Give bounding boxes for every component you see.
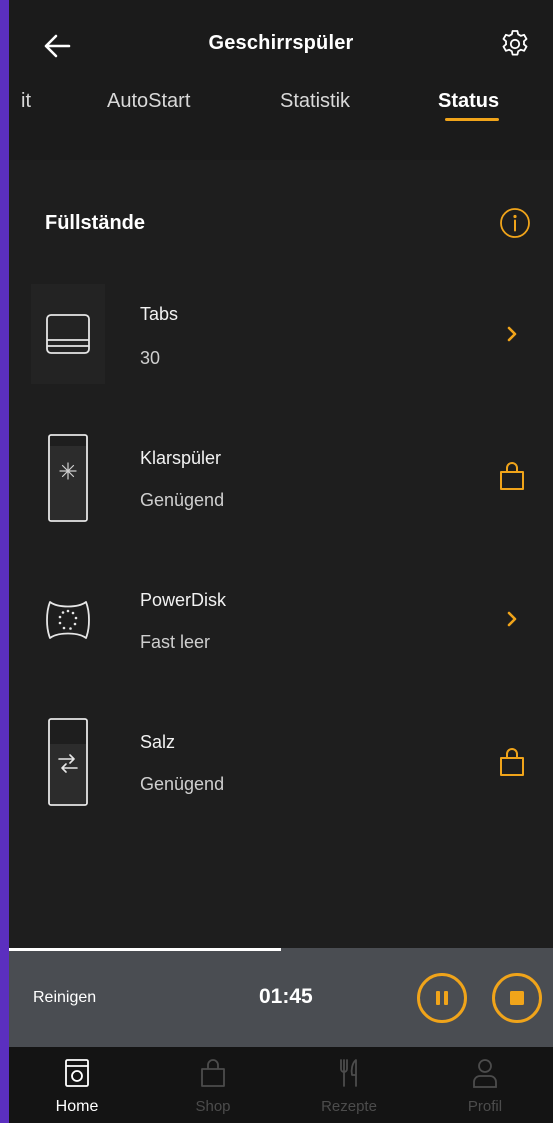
app-screen: Geschirrspüler it AutoStart Statistik St… (9, 0, 553, 1123)
shopping-bag-icon (500, 462, 524, 490)
settings-button[interactable] (497, 26, 533, 62)
powerdisk-icon (46, 601, 90, 639)
cutlery-icon (340, 1059, 357, 1087)
tab-previous[interactable]: it (21, 90, 31, 113)
list-item-tabs[interactable]: Tabs 30 (9, 274, 553, 394)
chevron-button[interactable] (497, 319, 527, 349)
item-icon-box (31, 712, 105, 812)
gear-icon (502, 30, 528, 56)
item-name: Tabs (140, 304, 179, 324)
salt-icon (48, 718, 88, 806)
item-name: PowerDisk (140, 590, 227, 610)
item-value: Fast leer (140, 632, 211, 652)
rinse-aid-icon (48, 434, 88, 522)
item-value: 30 (140, 348, 161, 368)
info-button[interactable] (499, 207, 531, 239)
program-bar: Reinigen 01:45 (9, 951, 553, 1047)
program-time-remaining: 01:45 (259, 985, 313, 1008)
item-icon-box (31, 428, 105, 528)
nav-label: Shop (195, 1098, 231, 1115)
nav-label: Rezepte (321, 1098, 377, 1115)
nav-item-profil[interactable]: Profil (417, 1047, 553, 1123)
item-name: Salz (140, 732, 176, 752)
page-title: Geschirrspüler (208, 32, 354, 54)
program-name: Reinigen (33, 989, 97, 1006)
nav-label: Home (55, 1098, 99, 1115)
shopping-bag-icon (500, 748, 524, 776)
item-name: Klarspüler (140, 448, 222, 468)
header: Geschirrspüler it AutoStart Statistik St… (9, 0, 553, 160)
item-value: Genügend (140, 490, 225, 510)
user-icon (473, 1059, 497, 1088)
shopping-bag-icon (201, 1059, 225, 1087)
shop-button[interactable] (497, 747, 527, 777)
list-item-klarspueler[interactable]: Klarspüler Genügend (9, 418, 553, 538)
chevron-right-icon (507, 611, 517, 627)
pause-button[interactable] (417, 973, 467, 1023)
nav-item-rezepte[interactable]: Rezepte (281, 1047, 417, 1123)
stop-icon (510, 991, 524, 1005)
bottom-navigation: Home Shop Rezepte Profil (9, 1047, 553, 1123)
pause-icon (436, 991, 448, 1005)
stop-button[interactable] (492, 973, 542, 1023)
list-item-powerdisk[interactable]: PowerDisk Fast leer (9, 560, 553, 680)
chevron-right-icon (507, 326, 517, 342)
nav-label: Profil (467, 1098, 503, 1115)
active-tab-indicator (445, 118, 499, 121)
tab-statistik[interactable]: Statistik (280, 90, 350, 113)
nav-item-home[interactable]: Home (9, 1047, 145, 1123)
item-value: Genügend (140, 774, 225, 794)
tab-autostart[interactable]: AutoStart (107, 90, 190, 113)
list-item-salz[interactable]: Salz Genügend (9, 702, 553, 822)
section-title: Füllstände (45, 212, 146, 234)
tabs-icon (46, 314, 90, 354)
tab-status[interactable]: Status (438, 90, 499, 113)
info-icon (500, 208, 530, 238)
shop-button[interactable] (497, 461, 527, 491)
nav-item-shop[interactable]: Shop (145, 1047, 281, 1123)
chevron-button[interactable] (497, 604, 527, 634)
item-icon-box (31, 284, 105, 384)
item-icon-box (31, 570, 105, 670)
dishwasher-icon (65, 1059, 89, 1087)
